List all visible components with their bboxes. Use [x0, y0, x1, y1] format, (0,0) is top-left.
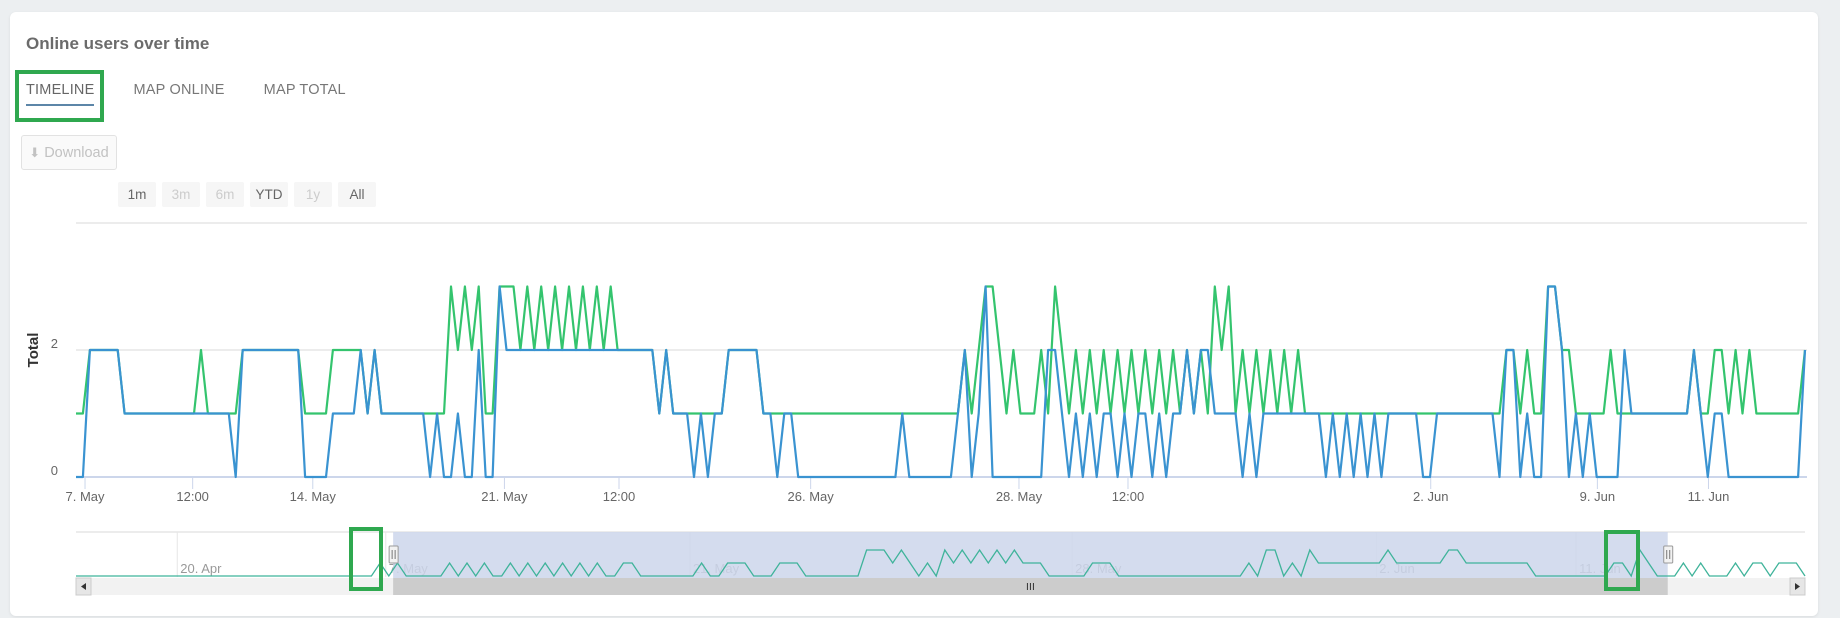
x-tick-label: 9. Jun — [1580, 489, 1615, 504]
y-tick-label: 0 — [51, 463, 58, 478]
x-tick-label: 12:00 — [603, 489, 636, 504]
x-tick-label: 7. May — [66, 489, 106, 504]
y-axis-title: Total — [25, 333, 42, 368]
y-axis: Total 0 2 — [25, 333, 58, 478]
navigator-left-handle[interactable] — [388, 545, 399, 564]
x-tick-label: 2. Jun — [1413, 489, 1448, 504]
x-tick-label: 26. May — [788, 489, 835, 504]
navigator[interactable]: 20. Apr7. May21. May28. May2. Jun11. Jun — [76, 531, 1806, 579]
chart-svg: Total 0 2 7. May 12:00 14. May 21. May 12:00 2… — [25, 222, 1807, 596]
navigator-tick-label: 20. Apr — [180, 561, 222, 576]
y-tick-label: 2 — [51, 336, 58, 351]
x-tick-label: 12:00 — [176, 489, 209, 504]
navigator-right-handle[interactable] — [1663, 545, 1674, 564]
x-tick-label: 14. May — [290, 489, 337, 504]
scrollbar[interactable] — [75, 577, 1806, 596]
x-tick-label: 12:00 — [1112, 489, 1145, 504]
x-tick-label: 21. May — [481, 489, 528, 504]
x-axis: 7. May 12:00 14. May 21. May 12:00 26. May 28.… — [66, 478, 1730, 504]
x-tick-label: 28. May — [996, 489, 1043, 504]
x-tick-label: 11. Jun — [1688, 489, 1730, 504]
navigator-selection-mask[interactable] — [393, 532, 1668, 579]
plot-series[interactable] — [76, 285, 1807, 479]
